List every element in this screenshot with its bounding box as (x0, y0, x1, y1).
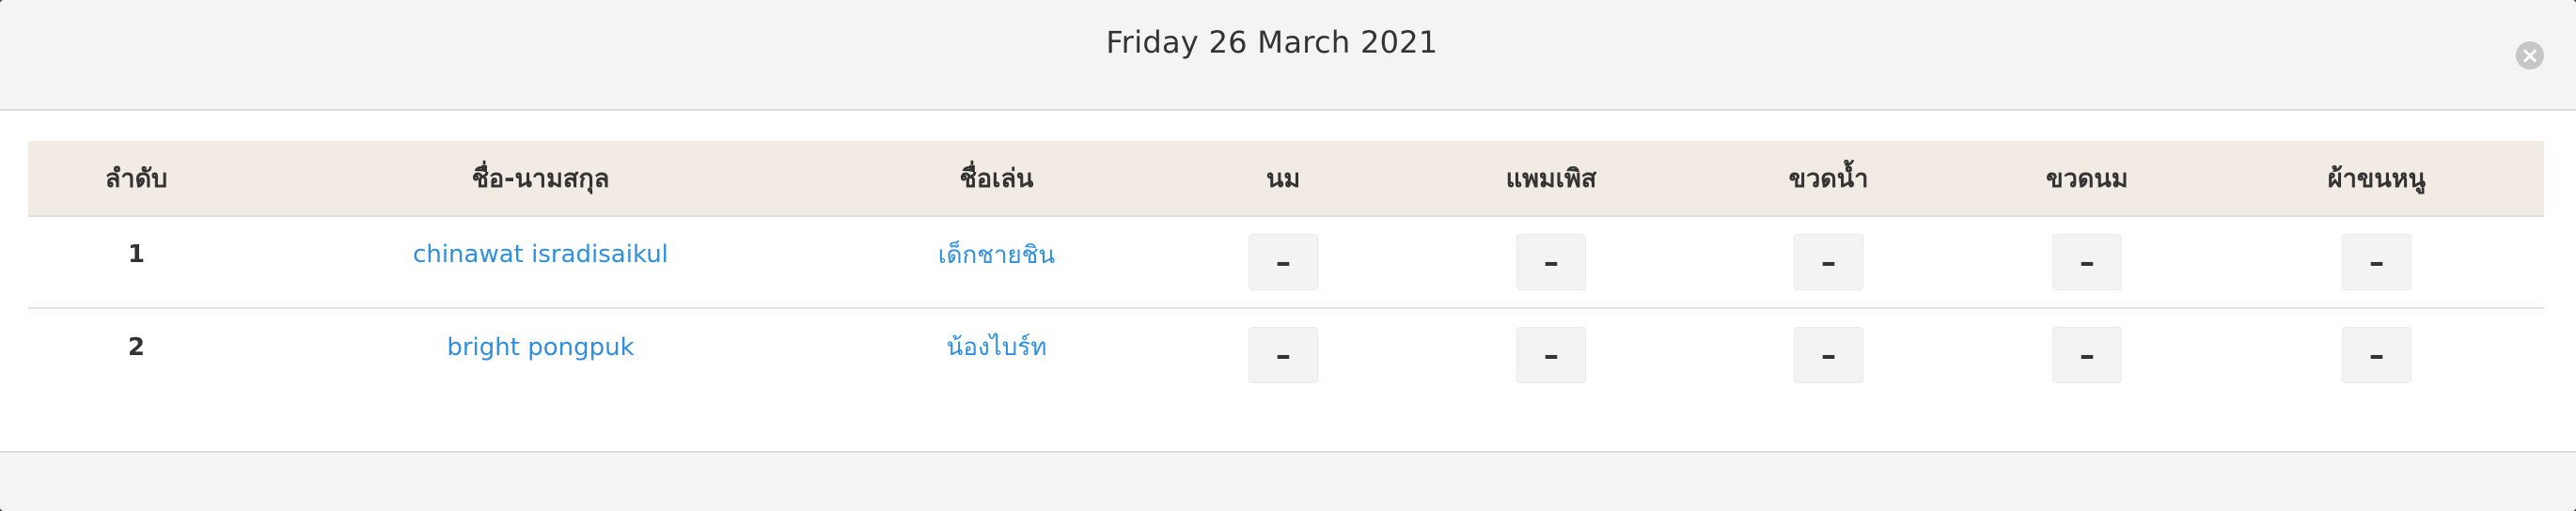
header-fullname: ชื่อ-นามสกุล (244, 141, 837, 217)
header-milk: นม (1156, 141, 1410, 217)
student-nickname-link[interactable]: น้องไบร์ท (837, 328, 1156, 366)
milk-bottle-status-button[interactable]: – (2052, 234, 2122, 290)
header-towel: ผ้าขนหนู (2209, 141, 2544, 217)
daily-record-modal: Friday 26 March 2021 × ลำดับ ชื่อ-นามสกุ… (0, 0, 2576, 511)
towel-status-button[interactable]: – (2342, 326, 2411, 383)
milk-bottle-status-button[interactable]: – (2052, 326, 2122, 383)
towel-status-button[interactable]: – (2342, 234, 2411, 290)
modal-header: Friday 26 March 2021 × (0, 0, 2576, 111)
header-index: ลำดับ (28, 141, 244, 217)
header-water-bottle: ขวดน้ำ (1692, 141, 1965, 217)
table-row: 2 bright pongpuk น้องไบร์ท – – – – – (28, 308, 2544, 400)
row-index: 2 (127, 333, 146, 362)
water-bottle-status-button[interactable]: – (1794, 234, 1863, 290)
table-header-row: ลำดับ ชื่อ-นามสกุล ชื่อเล่น นม แพมเพิส ข… (28, 141, 2544, 217)
header-diaper: แพมเพิส (1410, 141, 1692, 217)
water-bottle-status-button[interactable]: – (1794, 326, 1863, 383)
header-milk-bottle: ขวดนม (1965, 141, 2209, 217)
diaper-status-button[interactable]: – (1516, 326, 1586, 383)
milk-status-button[interactable]: – (1249, 326, 1318, 383)
diaper-status-button[interactable]: – (1516, 234, 1586, 290)
student-nickname-link[interactable]: เด็กชายชิน (837, 236, 1156, 274)
header-nickname: ชื่อเล่น (837, 141, 1156, 217)
modal-footer (0, 451, 2576, 511)
row-index: 1 (127, 240, 146, 269)
modal-body: ลำดับ ชื่อ-นามสกุล ชื่อเล่น นม แพมเพิส ข… (0, 111, 2576, 451)
student-name-link[interactable]: chinawat isradisaikul (244, 240, 837, 269)
modal-title: Friday 26 March 2021 (1106, 24, 1438, 60)
milk-status-button[interactable]: – (1249, 234, 1318, 290)
table-row: 1 chinawat isradisaikul เด็กชายชิน – – –… (28, 216, 2544, 308)
close-icon[interactable]: × (2516, 41, 2544, 70)
records-table: ลำดับ ชื่อ-นามสกุล ชื่อเล่น นม แพมเพิส ข… (28, 141, 2544, 400)
student-name-link[interactable]: bright pongpuk (244, 333, 837, 362)
